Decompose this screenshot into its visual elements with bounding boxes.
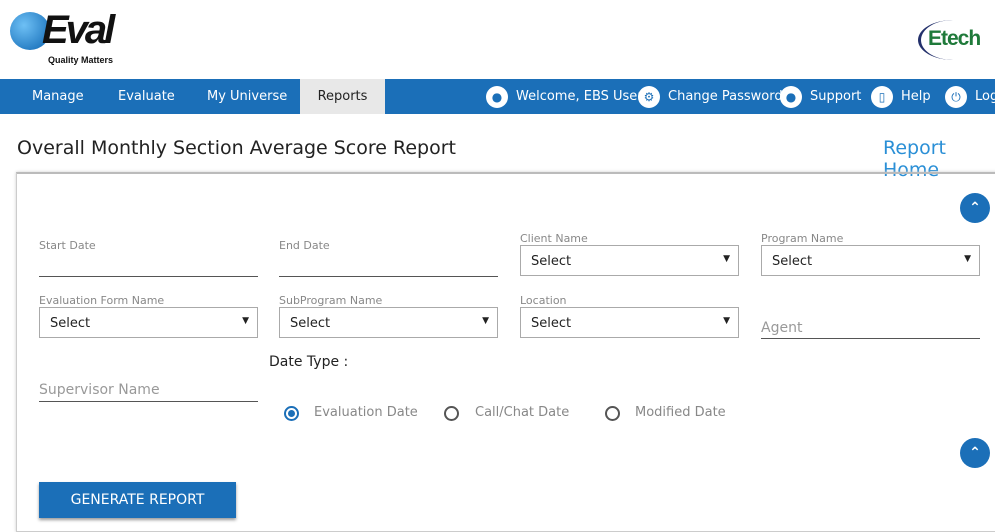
filter-panel [16,172,995,532]
partner-logo-text: Etech [928,27,981,50]
change-password-link[interactable]: ⚙ Change Password [638,79,783,114]
generate-report-button[interactable]: GENERATE REPORT [39,482,236,518]
radio-label: Call/Chat Date [475,405,570,420]
client-name-select[interactable]: Select ▼ [520,245,739,276]
support-icon: ● [780,85,802,108]
supervisor-input[interactable] [39,378,258,402]
scroll-up-icon[interactable]: ⌃ [960,438,990,468]
collapse-up-icon[interactable]: ⌃ [960,193,990,223]
caret-down-icon: ▼ [964,254,971,264]
evaluation-form-select[interactable]: Select ▼ [39,307,258,338]
logo-text: Eval [42,8,115,52]
radio-modified-date[interactable] [605,406,620,421]
caret-down-icon: ▼ [723,254,730,264]
caret-down-icon: ▼ [482,316,489,326]
nav-manage[interactable]: Manage [32,79,84,114]
help-link[interactable]: ▯ Help [871,79,931,114]
start-date-input[interactable] [39,253,258,277]
page-title: Overall Monthly Section Average Score Re… [17,137,456,159]
location-label: Location [520,294,567,307]
end-date-input[interactable] [279,253,498,277]
evaluation-form-label: Evaluation Form Name [39,294,165,307]
location-select[interactable]: Select ▼ [520,307,739,338]
end-date-label: End Date [279,239,330,252]
client-name-label: Client Name [520,232,588,245]
gear-icon: ⚙ [638,85,660,108]
radio-label: Evaluation Date [314,405,418,420]
logout-link[interactable]: ⏻Logout [945,79,995,114]
nav-my-universe[interactable]: My Universe [207,79,287,114]
support-link[interactable]: ● Support [780,79,861,114]
caret-down-icon: ▼ [723,316,730,326]
date-type-label: Date Type : [269,354,349,370]
agent-input[interactable] [761,315,980,339]
nav-reports[interactable]: Reports [300,79,385,114]
nav-evaluate[interactable]: Evaluate [118,79,175,114]
welcome-user[interactable]: ● Welcome, EBS User [486,79,643,114]
book-icon: ▯ [871,85,893,108]
power-icon: ⏻ [945,85,967,108]
logo-tagline: Quality Matters [48,55,114,65]
radio-evaluation-date[interactable] [284,406,299,421]
main-nav: Manage Evaluate My Universe Reports ● Wel… [0,79,995,114]
start-date-label: Start Date [39,239,96,252]
caret-down-icon: ▼ [242,316,249,326]
subprogram-select[interactable]: Select ▼ [279,307,498,338]
subprogram-label: SubProgram Name [279,294,383,307]
user-icon: ● [486,85,508,108]
radio-call-chat-date[interactable] [444,406,459,421]
program-name-select[interactable]: Select ▼ [761,245,980,276]
program-name-label: Program Name [761,232,844,245]
radio-label: Modified Date [635,405,726,420]
